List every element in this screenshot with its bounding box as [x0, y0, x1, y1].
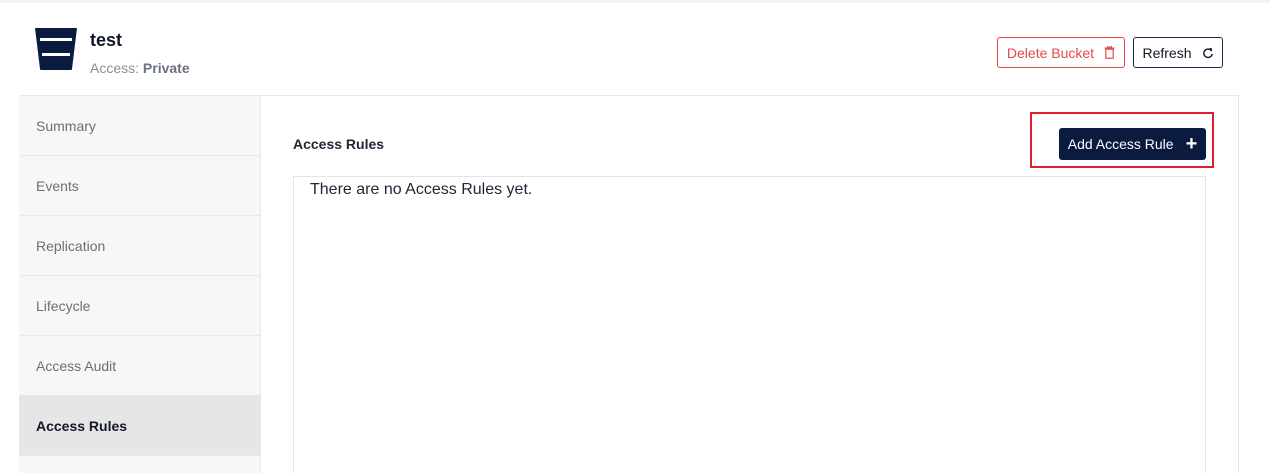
- delete-bucket-button[interactable]: Delete Bucket: [997, 37, 1125, 68]
- section-title: Access Rules: [293, 136, 385, 152]
- sidebar-item-events[interactable]: Events: [19, 156, 260, 216]
- sidebar-item-label: Access Audit: [36, 357, 117, 374]
- bucket-icon: [35, 28, 77, 70]
- sidebar-item-lifecycle[interactable]: Lifecycle: [19, 276, 260, 336]
- plus-icon: +: [1185, 133, 1198, 155]
- sidebar-item-label: Replication: [36, 237, 106, 254]
- refresh-icon: [1202, 47, 1213, 58]
- trash-icon: [1104, 46, 1115, 59]
- bucket-access: Access: Private: [90, 60, 190, 76]
- access-value: Private: [142, 60, 190, 76]
- add-access-rule-label: Add Access Rule: [1067, 136, 1174, 152]
- refresh-button[interactable]: Refresh: [1133, 37, 1223, 68]
- refresh-label: Refresh: [1142, 44, 1192, 61]
- sidebar-item-summary[interactable]: Summary: [19, 96, 260, 156]
- empty-state-message: There are no Access Rules yet.: [310, 181, 533, 198]
- sidebar-item-label: Summary: [36, 117, 96, 134]
- top-divider: [0, 0, 1270, 3]
- delete-bucket-label: Delete Bucket: [1006, 44, 1095, 61]
- access-label: Access:: [90, 60, 140, 76]
- sidebar-item-replication[interactable]: Replication: [19, 216, 260, 276]
- sidebar-item-label: Events: [36, 177, 79, 194]
- add-access-rule-button[interactable]: Add Access Rule +: [1059, 128, 1206, 160]
- sidebar-item-label: Lifecycle: [36, 297, 91, 314]
- sidebar-item-access-rules[interactable]: Access Rules: [19, 396, 260, 456]
- sidebar-item-label: Access Rules: [36, 417, 128, 434]
- access-rules-list: [293, 176, 1206, 473]
- sidebar-item-access-audit[interactable]: Access Audit: [19, 336, 260, 396]
- bucket-name: test: [90, 30, 123, 50]
- bucket-sidebar: Summary Events Replication Lifecycle Acc…: [19, 96, 261, 473]
